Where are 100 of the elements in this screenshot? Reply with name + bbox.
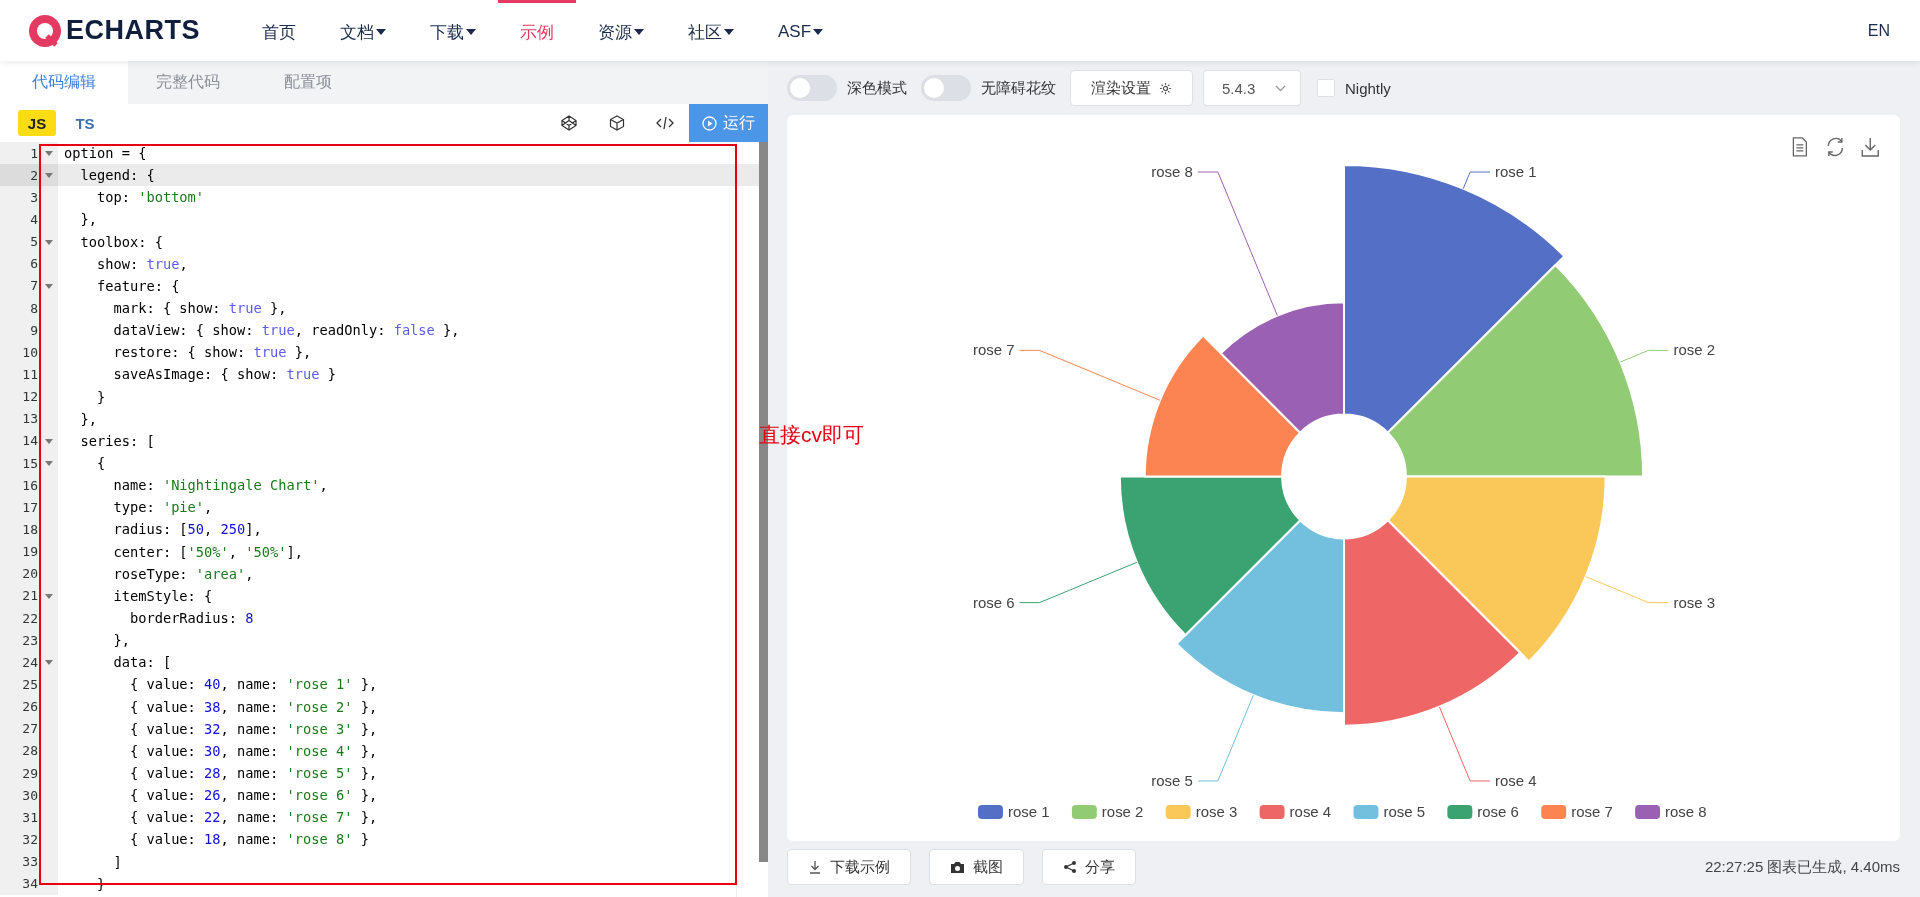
line-number: 7 [30, 278, 38, 294]
render-settings-button[interactable]: 渲染设置 [1070, 70, 1193, 106]
line-number: 27 [22, 721, 38, 737]
action-button[interactable]: 分享 [1042, 849, 1136, 885]
code-line: { value: 22, name: 'rose 7' }, [128, 808, 378, 828]
code-line: series: [ [79, 431, 155, 451]
line-number: 30 [22, 787, 38, 803]
nav-link[interactable]: 下载 [408, 0, 498, 61]
toggle-label: 无障碍花纹 [981, 78, 1056, 98]
code-line: borderRadius: 8 [128, 608, 254, 628]
line-number: 10 [22, 344, 38, 360]
code-line: { value: 28, name: 'rose 5' }, [128, 763, 378, 783]
play-icon [702, 115, 717, 131]
line-number: 23 [22, 632, 38, 648]
code-line: }, [79, 210, 97, 230]
language-tab[interactable]: JS [18, 110, 56, 136]
action-button[interactable]: 截图 [929, 849, 1024, 885]
legend-item[interactable]: rose 7 [1541, 803, 1613, 821]
line-number: 13 [22, 411, 38, 427]
nav-link[interactable]: ASF [756, 0, 846, 61]
legend-item[interactable]: rose 4 [1259, 803, 1332, 821]
fold-arrow-icon[interactable] [45, 438, 53, 444]
codepen-icon [561, 115, 577, 131]
code-line: }, [112, 631, 130, 651]
code-line: option = { [64, 144, 147, 163]
camera-icon [950, 860, 965, 874]
code-line: name: 'Nightingale Chart', [112, 476, 328, 496]
line-number: 1 [30, 145, 38, 161]
fold-arrow-icon[interactable] [45, 593, 53, 599]
gear-icon [1159, 81, 1172, 95]
code-line: { value: 18, name: 'rose 8' } [128, 830, 369, 850]
legend-item[interactable]: rose 6 [1447, 803, 1519, 821]
code-line: show: true, [95, 254, 188, 274]
editor-tab[interactable]: 代码编辑 [0, 61, 128, 104]
fold-arrow-icon[interactable] [45, 460, 53, 466]
line-number: 21 [22, 588, 38, 604]
leader-line [1462, 171, 1491, 190]
line-number: 11 [22, 366, 38, 382]
code-line: { value: 26, name: 'rose 6' }, [128, 786, 378, 806]
code-line: }, [79, 409, 97, 429]
legend-item[interactable]: rose 1 [978, 803, 1050, 821]
slice-label: rose 1 [1495, 163, 1537, 181]
line-number: 8 [30, 300, 38, 316]
line-number: 18 [22, 521, 38, 537]
legend-item[interactable]: rose 8 [1635, 803, 1707, 821]
language-tab[interactable]: TS [66, 110, 104, 136]
code-icon [656, 116, 674, 130]
checkbox[interactable] [1317, 79, 1335, 97]
line-number: 14 [22, 433, 38, 449]
share-icon [1063, 860, 1077, 874]
legend-item[interactable]: rose 3 [1165, 803, 1238, 821]
language-link[interactable]: EN [1867, 21, 1890, 40]
nav-link[interactable]: 社区 [666, 0, 756, 61]
fold-arrow-icon[interactable] [45, 283, 53, 289]
nav-link[interactable]: 文档 [318, 0, 408, 61]
line-number: 3 [30, 189, 38, 205]
nav-link[interactable]: 资源 [576, 0, 666, 61]
fold-arrow-icon[interactable] [45, 151, 53, 156]
legend-item[interactable]: rose 2 [1071, 803, 1144, 821]
fold-arrow-icon[interactable] [45, 660, 53, 666]
logo-icon[interactable] [28, 13, 62, 48]
fold-arrow-icon[interactable] [45, 173, 53, 179]
action-button[interactable]: 下载示例 [787, 849, 911, 885]
slice-label: rose 3 [1673, 593, 1716, 611]
cube-icon [609, 115, 625, 131]
line-number: 6 [30, 256, 38, 272]
code-line: data: [ [112, 653, 172, 673]
line-number: 28 [22, 743, 38, 759]
refresh-icon[interactable] [1827, 137, 1843, 157]
line-number: 31 [22, 809, 38, 825]
line-number: 16 [22, 477, 38, 493]
logo-text[interactable]: ECHARTS [66, 15, 200, 46]
code-line: roseType: 'area', [112, 564, 254, 584]
toggle-switch[interactable] [787, 75, 837, 101]
code-line: toolbox: { [79, 232, 163, 252]
slice-label: rose 2 [1673, 341, 1716, 359]
line-number: 5 [30, 234, 38, 250]
line-number: 33 [22, 854, 38, 870]
line-number: 9 [30, 322, 38, 338]
nav-link[interactable]: 首页 [240, 0, 318, 61]
line-number: 4 [30, 212, 38, 227]
code-line: mark: { show: true }, [112, 299, 287, 318]
code-line: top: 'bottom' [95, 188, 205, 208]
download-icon[interactable] [1861, 137, 1879, 157]
line-number: 34 [22, 876, 38, 892]
code-line: { value: 30, name: 'rose 4' }, [128, 741, 378, 761]
code-line: feature: { [95, 276, 180, 296]
leader-line [1619, 349, 1669, 363]
legend-item[interactable]: rose 5 [1353, 803, 1426, 821]
version-select[interactable]: 5.4.3 [1203, 70, 1301, 106]
data-view-icon[interactable] [1792, 137, 1807, 157]
line-number: 26 [22, 699, 38, 715]
line-number: 17 [22, 499, 38, 515]
slice-label: rose 8 [1151, 163, 1193, 181]
toggle-switch[interactable] [921, 75, 971, 101]
fold-arrow-icon[interactable] [45, 239, 53, 245]
line-number: 22 [22, 610, 38, 626]
download-icon [808, 860, 822, 874]
slice-label: rose 6 [972, 593, 1015, 611]
line-number: 32 [22, 831, 38, 847]
